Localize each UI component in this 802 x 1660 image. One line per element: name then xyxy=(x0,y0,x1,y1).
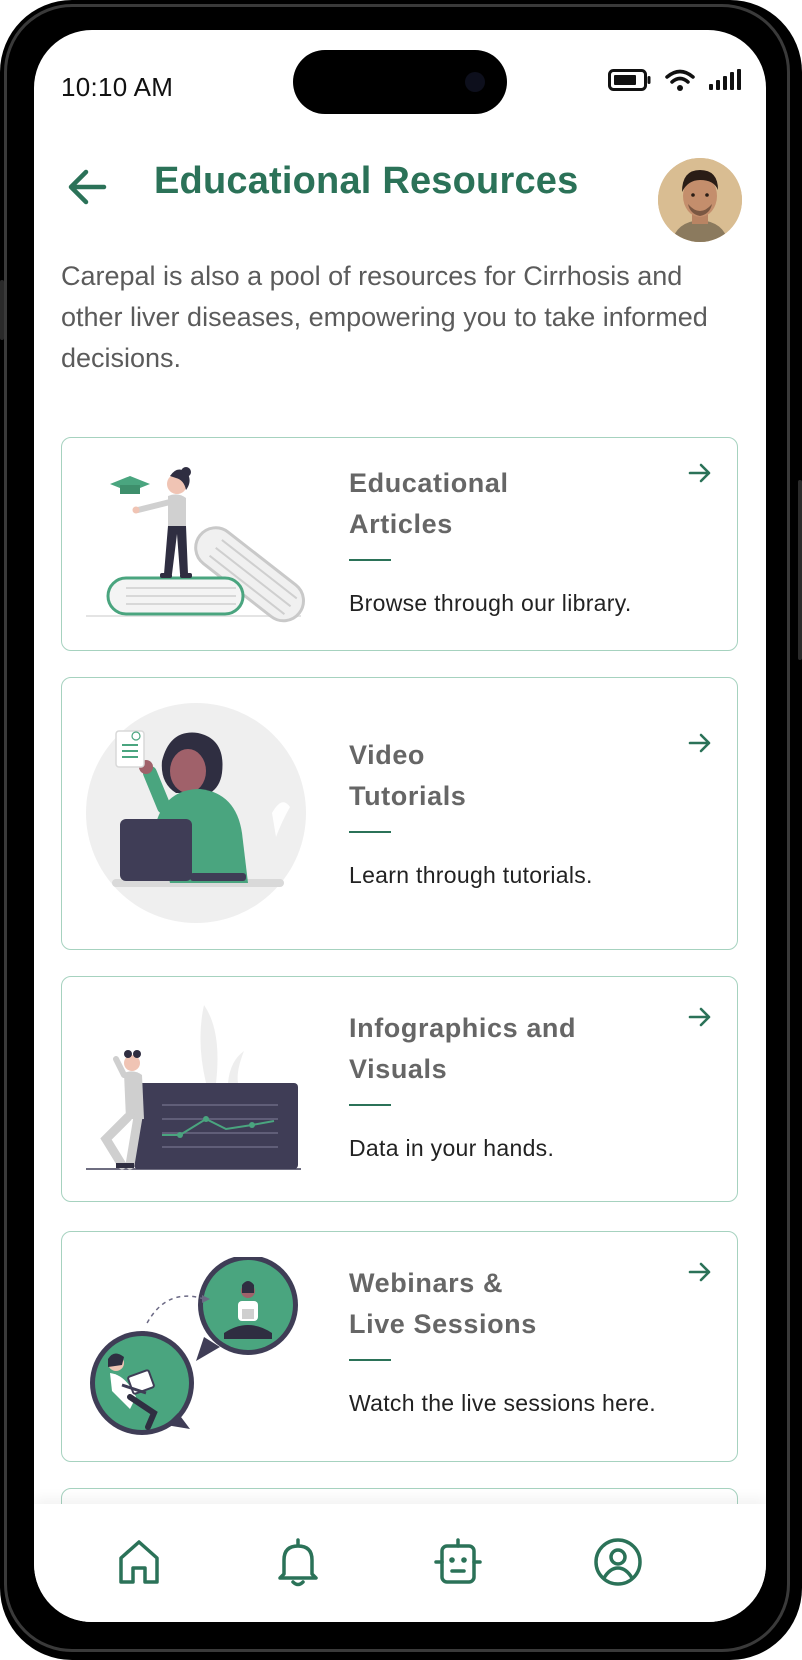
nav-profile[interactable] xyxy=(590,1534,646,1590)
dynamic-island xyxy=(293,50,507,114)
resource-card-infographics[interactable]: Infographics and Visuals Data in your ha… xyxy=(61,976,738,1202)
camera-icon xyxy=(465,72,485,92)
card-description: Learn through tutorials. xyxy=(349,862,593,888)
card-title-line-1: Infographics and xyxy=(349,1013,577,1043)
title-underline xyxy=(349,831,391,833)
wifi-icon xyxy=(665,69,695,91)
laptop-woman-illustration xyxy=(86,703,306,923)
arrow-left-icon xyxy=(68,169,107,205)
card-title-line-1: Video xyxy=(349,740,426,770)
card-title-line-2: Visuals xyxy=(349,1054,448,1084)
nav-notifications[interactable] xyxy=(270,1534,326,1590)
title-underline xyxy=(349,1104,391,1106)
video-call-illustration xyxy=(90,1257,298,1435)
title-underline xyxy=(349,1359,391,1361)
card-title: Video Tutorials xyxy=(349,735,649,817)
card-title-line-2: Live Sessions xyxy=(349,1309,537,1339)
arrow-right-icon xyxy=(688,733,711,753)
signal-icon xyxy=(709,69,741,90)
card-title-line-2: Articles xyxy=(349,509,453,539)
battery-icon xyxy=(608,69,651,91)
card-title-line-2: Tutorials xyxy=(349,781,467,811)
resource-card-videos[interactable]: Video Tutorials Learn through tutorials. xyxy=(61,677,738,950)
robot-icon xyxy=(434,1538,482,1584)
title-underline xyxy=(349,559,391,561)
card-description: Browse through our library. xyxy=(349,590,632,616)
nav-home[interactable] xyxy=(111,1534,167,1590)
card-title-line-1: Educational xyxy=(349,468,509,498)
card-title: Infographics and Visuals xyxy=(349,1008,679,1090)
arrow-right-icon xyxy=(688,463,711,483)
home-icon xyxy=(119,1540,159,1584)
arrow-right-icon xyxy=(688,1007,711,1027)
back-button[interactable] xyxy=(64,164,110,210)
nav-assistant[interactable] xyxy=(430,1534,486,1590)
status-icons xyxy=(608,68,742,92)
card-description: Data in your hands. xyxy=(349,1135,555,1161)
arrow-right-icon xyxy=(688,1262,711,1282)
presentation-illustration xyxy=(86,1005,301,1170)
app-screen: 10:10 AM Educational Resources Carepal i… xyxy=(34,30,766,1622)
card-title: Educational Articles xyxy=(349,463,649,545)
bottom-nav xyxy=(34,1504,766,1622)
card-title: Webinars & Live Sessions xyxy=(349,1263,649,1345)
side-button xyxy=(0,280,4,340)
profile-icon xyxy=(594,1538,642,1586)
phone-frame: 10:10 AM Educational Resources Carepal i… xyxy=(0,0,802,1660)
avatar-photo xyxy=(658,158,742,242)
status-time: 10:10 AM xyxy=(61,72,174,102)
side-button xyxy=(798,480,802,660)
reading-woman-illustration xyxy=(86,467,305,623)
avatar[interactable] xyxy=(658,158,742,242)
bell-icon xyxy=(278,1538,318,1587)
resource-card-articles[interactable]: Educational Articles Browse through our … xyxy=(61,437,738,651)
intro-text: Carepal is also a pool of resources for … xyxy=(61,261,708,373)
card-title-line-1: Webinars & xyxy=(349,1268,504,1298)
page-title: Educational Resources xyxy=(154,160,579,202)
card-description: Watch the live sessions here. xyxy=(349,1390,656,1416)
resource-card-webinars[interactable]: Webinars & Live Sessions Watch the live … xyxy=(61,1231,738,1462)
